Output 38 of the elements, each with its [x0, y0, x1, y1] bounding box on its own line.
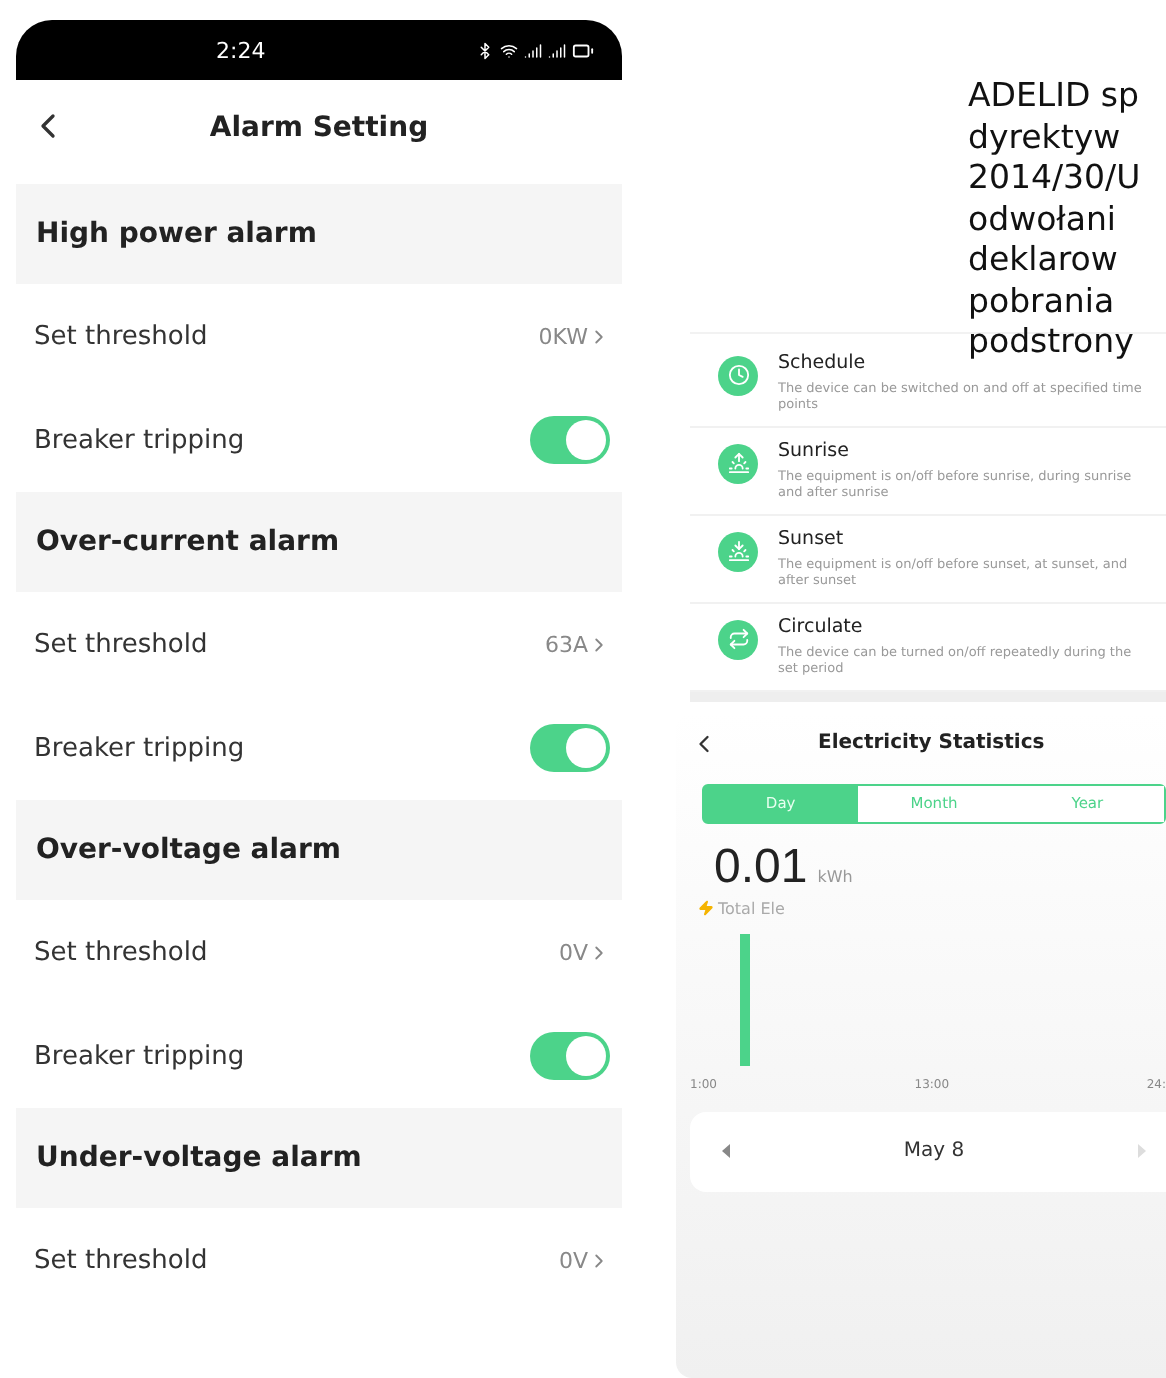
mode-title: Circulate: [778, 615, 865, 637]
threshold-value[interactable]: 63A: [544, 631, 588, 657]
previous-icon[interactable]: [722, 1144, 732, 1158]
toggle-switch[interactable]: [530, 416, 610, 464]
row-label: Breaker tripping: [34, 733, 245, 763]
toggle-switch[interactable]: [530, 1032, 610, 1080]
row-label: Breaker tripping: [34, 1041, 245, 1071]
row-label: Set threshold: [34, 321, 208, 351]
mode-title: Sunrise: [778, 439, 851, 461]
status-icons: [476, 39, 594, 61]
page-title: Alarm Setting: [209, 112, 429, 144]
mode-title: Schedule: [778, 351, 868, 373]
clock-icon: [718, 355, 758, 395]
status-time: 2:24: [216, 37, 266, 63]
row-label: Breaker tripping: [34, 425, 245, 455]
threshold-value[interactable]: 0V: [558, 939, 588, 965]
sunset-icon: [718, 531, 758, 571]
section-header: Over-voltage alarm: [16, 800, 622, 900]
statistics-title: Electricity Statistics: [818, 732, 1045, 754]
unit-label: kWh: [817, 867, 853, 885]
threshold-value[interactable]: 0V: [558, 1247, 588, 1273]
description-text: ADELID sp dyrektyw 2014/30/U odwołani deklarow pobrania podstrony: [968, 76, 1143, 363]
section-header: Under-voltage alarm: [16, 1108, 622, 1208]
toggle-switch[interactable]: [530, 724, 610, 772]
lightning-icon: [698, 900, 714, 916]
repeat-icon: [718, 619, 758, 659]
total-caption: Total Ele: [718, 899, 785, 917]
total-value: 0.01: [714, 839, 808, 895]
date-label: May 8: [903, 1140, 965, 1162]
row-label: Set threshold: [34, 1245, 208, 1275]
section-header: High power alarm: [16, 184, 622, 284]
row-label: Set threshold: [34, 629, 208, 659]
row-label: Set threshold: [34, 937, 208, 967]
threshold-value[interactable]: 0KW: [538, 323, 588, 349]
mode-title: Sunset: [778, 527, 846, 549]
sunrise-icon: [718, 443, 758, 483]
section-header: Over-current alarm: [16, 492, 622, 592]
usage-bar: [740, 933, 750, 1065]
